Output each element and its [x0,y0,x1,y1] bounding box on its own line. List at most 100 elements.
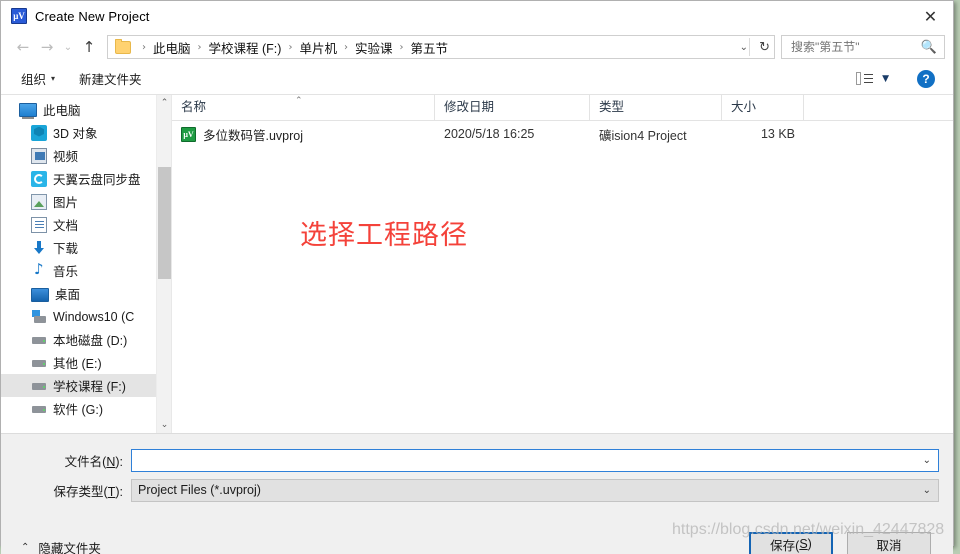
chevron-down-icon[interactable]: ▼ [882,74,889,84]
sidebar-item-pictures[interactable]: 图片 [1,190,171,213]
view-mode-control[interactable]: ▼ [856,72,889,85]
chevron-down-icon[interactable]: ⌄ [923,485,931,496]
file-type-cell: 礦ision4 Project [599,128,687,143]
file-type-select[interactable]: Project Files (*.uvproj) ⌄ [131,478,939,502]
forward-icon[interactable]: → [35,35,59,59]
cloud-sync-icon [31,170,47,187]
scroll-down-icon[interactable]: ⌄ [157,417,171,433]
address-bar[interactable]: › 此电脑 › 学校课程 (F:) › 单片机 › 实验课 › 第五节 ⌄ ↻ [107,35,775,59]
sidebar-item-label: 3D 对象 [53,127,98,141]
back-icon[interactable]: ← [11,35,35,59]
chevron-down-icon[interactable]: ⌄ [740,42,748,53]
sidebar-item-documents[interactable]: 文档 [1,213,171,236]
list-view-icon[interactable] [856,72,874,85]
save-label-key: S [799,537,808,551]
organize-button[interactable]: 组织 ▾ [21,69,55,88]
sidebar-item-cloud-sync[interactable]: 天翼云盘同步盘 [1,167,171,190]
sidebar-item-other-e[interactable]: 其他 (E:) [1,351,171,374]
chevron-up-icon: ⌃ [21,542,30,553]
sidebar-item-label: 音乐 [53,265,79,279]
windows-drive-icon [31,309,47,325]
sidebar-item-videos[interactable]: 视频 [1,144,171,167]
computer-icon [19,103,37,119]
file-name-row: 文件名(N): ⌄ [1,448,939,472]
file-list-pane: 名称 ⌃ 修改日期 类型 大小 多位数码管.uvproj 2020/5/18 1… [172,95,953,433]
sidebar-item-label: 此电脑 [43,104,81,118]
table-row[interactable]: 多位数码管.uvproj 2020/5/18 16:25 礦ision4 Pro… [172,121,953,147]
new-folder-button[interactable]: 新建文件夹 [79,69,142,88]
hide-folders-toggle[interactable]: ⌃ 隐藏文件夹 [21,538,101,554]
file-type-value: Project Files (*.uvproj) [138,483,261,497]
navigation-pane: 此电脑 3D 对象 视频 天翼云盘同步盘 图片 文档 下载 ♪ 音乐 桌面 Wi… [1,95,172,433]
sidebar-item-label: 视频 [53,150,79,164]
breadcrumb-separator: › [197,41,202,53]
file-name-label-pre: 文件名( [64,454,107,469]
dialog-footer: ⌃ 隐藏文件夹 保存(S) 取消 [1,524,953,554]
cancel-button[interactable]: 取消 [847,532,931,554]
search-icon: 🔍 [920,39,937,55]
organize-label: 组织 [21,73,47,87]
breadcrumb-separator: › [399,41,404,53]
breadcrumb-item-0[interactable]: 此电脑 [151,38,193,57]
sidebar-item-label: 图片 [53,196,79,210]
sidebar-item-windows10-c[interactable]: Windows10 (C [1,305,171,328]
sidebar-item-downloads[interactable]: 下载 [1,236,171,259]
scroll-up-icon[interactable]: ⌃ [157,95,171,111]
file-name-label-post: ): [115,454,123,469]
pictures-icon [31,193,47,210]
file-name-cell[interactable]: 多位数码管.uvproj [172,125,435,144]
column-header-name[interactable]: 名称 ⌃ [172,95,435,120]
sidebar-item-this-pc[interactable]: 此电脑 [1,98,171,121]
column-header-type[interactable]: 类型 [590,95,722,120]
navigation-bar: ← → ⌄ ↑ › 此电脑 › 学校课程 (F:) › 单片机 › 实验课 › … [1,31,953,63]
search-input[interactable] [789,39,925,55]
downloads-icon [31,240,47,256]
sidebar-item-label: 学校课程 (F:) [53,380,126,394]
help-button[interactable]: ? [917,69,935,88]
breadcrumb-item-4[interactable]: 第五节 [408,38,450,57]
up-icon[interactable]: ↑ [77,35,101,59]
address-divider [749,38,750,56]
column-header-date[interactable]: 修改日期 [435,95,590,120]
sidebar-item-software-g[interactable]: 软件 (G:) [1,397,171,420]
sidebar-item-music[interactable]: 音乐 [1,259,171,282]
sidebar-scrollbar[interactable]: ⌃ ⌄ [156,95,171,433]
breadcrumb-separator: › [288,41,293,53]
sidebar-item-local-disk-d[interactable]: 本地磁盘 (D:) [1,328,171,351]
sidebar-item-label: 下载 [53,242,79,256]
keil-uvision-icon [11,8,27,24]
search-box[interactable]: 🔍 [781,35,945,59]
close-icon[interactable]: ✕ [908,1,953,31]
breadcrumb-item-3[interactable]: 实验课 [353,38,395,57]
sidebar-item-label: 桌面 [55,288,81,302]
breadcrumb-item-2[interactable]: 单片机 [297,38,339,57]
window-title: Create New Project [35,8,150,24]
breadcrumb-item-1[interactable]: 学校课程 (F:) [207,38,284,57]
annotation-text: 选择工程路径 [300,220,468,251]
drive-icon [31,332,47,348]
folder-tree: 此电脑 3D 对象 视频 天翼云盘同步盘 图片 文档 下载 ♪ 音乐 桌面 Wi… [1,95,171,420]
file-name-input[interactable] [137,452,938,468]
desktop-icon [31,287,49,302]
sidebar-item-label: 本地磁盘 (D:) [53,334,128,348]
videos-icon [31,147,47,164]
column-headers: 名称 ⌃ 修改日期 类型 大小 [172,95,953,121]
file-type-row: 保存类型(T): Project Files (*.uvproj) ⌄ [1,478,939,502]
file-name-input-wrap[interactable]: ⌄ [131,448,939,472]
sidebar-item-3d-objects[interactable]: 3D 对象 [1,121,171,144]
file-type-label-pre: 保存类型( [53,484,108,499]
chevron-down-icon[interactable]: ⌄ [923,455,931,466]
column-header-size[interactable]: 大小 [722,95,804,120]
refresh-icon[interactable]: ↻ [759,40,770,55]
save-button[interactable]: 保存(S) [749,532,833,554]
drive-icon [31,355,47,371]
sidebar-item-label: 软件 (G:) [53,403,103,417]
file-form-area: 文件名(N): ⌄ 保存类型(T): Project Files (*.uvpr… [1,433,953,524]
sidebar-item-desktop[interactable]: 桌面 [1,282,171,305]
scrollbar-thumb[interactable] [158,167,171,279]
drive-icon [31,401,47,417]
recent-locations-icon[interactable]: ⌄ [59,35,77,59]
file-type-label: 保存类型(T): [1,481,131,500]
file-name-label-key: N [106,454,116,469]
sidebar-item-school-courses-f[interactable]: 学校课程 (F:) [1,374,171,397]
